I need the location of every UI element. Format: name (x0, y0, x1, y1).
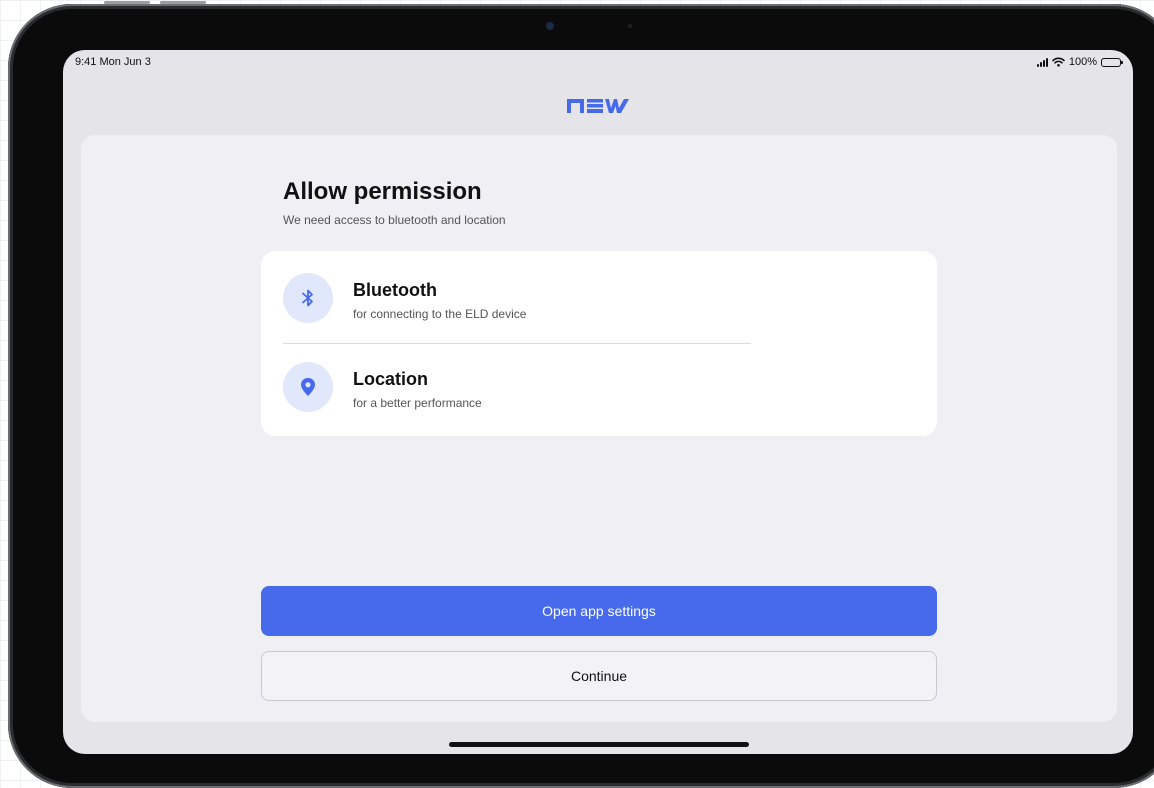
permission-name: Bluetooth (353, 280, 437, 300)
cellular-signal-icon (1036, 57, 1048, 67)
volume-button (104, 1, 150, 4)
status-bar: 9:41 Mon Jun 3 100% (75, 56, 1123, 72)
brand-logo (63, 97, 1133, 118)
status-indicators: 100% (1036, 56, 1123, 68)
bluetooth-icon (283, 273, 333, 323)
screen: 9:41 Mon Jun 3 100% Allow permission We … (63, 50, 1133, 754)
home-indicator[interactable] (449, 742, 749, 747)
location-pin-icon (283, 362, 333, 412)
permission-card: Allow permission We need access to bluet… (81, 135, 1117, 722)
page-subtitle: We need access to bluetooth and location (283, 213, 506, 227)
battery-percentage: 100% (1068, 56, 1097, 68)
new-logo (567, 99, 629, 113)
wifi-icon (1052, 57, 1065, 67)
power-button (160, 1, 206, 4)
open-app-settings-button[interactable]: Open app settings (261, 586, 937, 636)
permission-name: Location (353, 369, 428, 389)
sensor (628, 24, 632, 28)
status-time: 9:41 Mon Jun 3 (75, 56, 151, 68)
tablet-frame: 9:41 Mon Jun 3 100% Allow permission We … (8, 1, 1154, 788)
permission-description: for a better performance (353, 396, 482, 410)
permissions-list: Bluetooth for connecting to the ELD devi… (261, 251, 937, 436)
permission-location: Location for a better performance (283, 362, 883, 414)
continue-button[interactable]: Continue (261, 651, 937, 701)
battery-icon (1101, 57, 1123, 67)
divider (283, 343, 751, 344)
front-camera (546, 22, 554, 30)
permission-description: for connecting to the ELD device (353, 307, 527, 321)
page-title: Allow permission (283, 178, 482, 205)
permission-bluetooth: Bluetooth for connecting to the ELD devi… (283, 273, 883, 325)
